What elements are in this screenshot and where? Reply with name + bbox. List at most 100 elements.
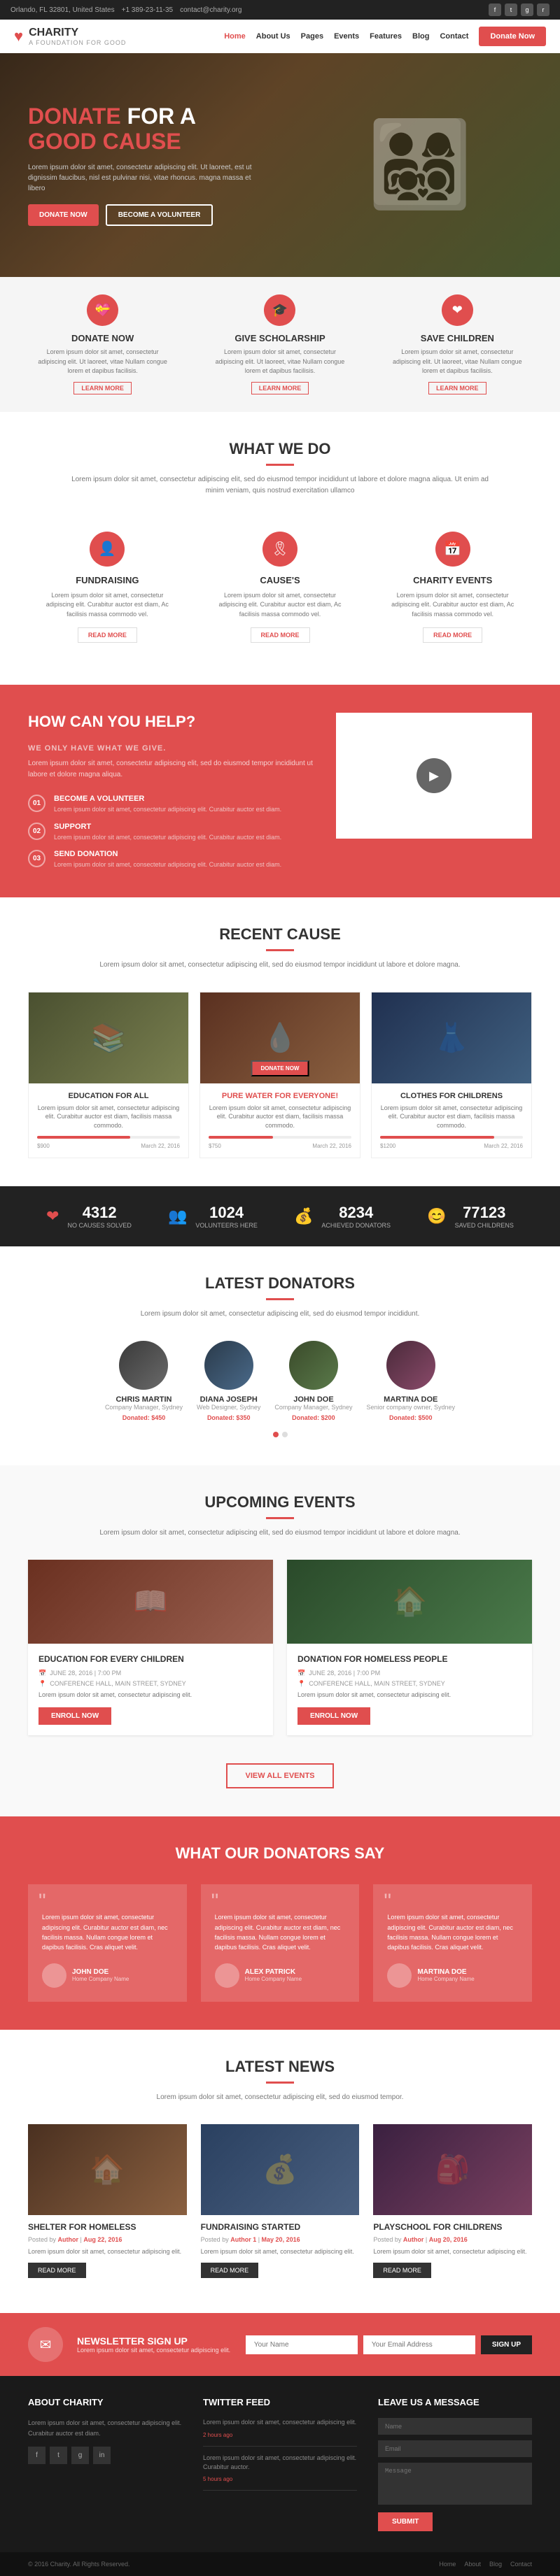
recent-cause-desc: Lorem ipsum dolor sit amet, consectetur … [70,960,490,971]
nav-about[interactable]: About Us [256,32,290,41]
events-desc: Lorem ipsum dolor sit amet, consectetur … [70,1528,490,1539]
nav-blog[interactable]: Blog [412,32,429,41]
news-read-more-fundraising[interactable]: READ MORE [201,2263,259,2278]
facebook-icon[interactable]: f [489,3,501,16]
feature-donate-link[interactable]: LEARN MORE [74,382,132,394]
newsletter-signup-button[interactable]: SIGN UP [481,2335,532,2354]
newsletter-name-input[interactable] [246,2335,358,2354]
logo-subtitle: A FOUNDATION FOR GOOD [29,39,126,46]
divider5 [266,1868,294,1870]
divider6 [266,2082,294,2084]
how-item-support: 02 SUPPORT Lorem ipsum dolor sit amet, c… [28,823,315,842]
stat-volunteers-text: 1024 Volunteers here [195,1204,258,1229]
causes-read-more[interactable]: READ MORE [251,627,310,643]
fundraising-title: FUNDRAISING [42,575,173,585]
how-help-title: HOW CAN YOU HELP? [28,713,315,731]
footer-social-links: f t g in [28,2447,182,2464]
twitter-icon[interactable]: t [505,3,517,16]
event-img-homeless: 🏠 [287,1560,532,1644]
logo[interactable]: ♥ CHARITY A FOUNDATION FOR GOOD [14,27,126,46]
footer-google-icon[interactable]: g [71,2447,89,2464]
contact-email-input[interactable] [378,2440,532,2457]
nav-pages[interactable]: Pages [301,32,323,41]
feature-save-link[interactable]: LEARN MORE [428,382,486,394]
progress-fill-3 [380,1136,494,1139]
newsletter-title: NEWSLETTER SIGN UP [77,2335,230,2347]
news-img-playschool: 🎒 [373,2124,532,2215]
event-img-education: 📖 [28,1560,273,1644]
footer-link-about[interactable]: About [464,2561,481,2568]
hero-donate-button[interactable]: DONATE NOW [28,204,99,226]
footer-link-home[interactable]: Home [439,2561,456,2568]
play-button[interactable]: ▶ [416,758,451,793]
news-read-more-playschool[interactable]: READ MORE [373,2263,431,2278]
water-donate-button[interactable]: DONATE NOW [251,1060,309,1076]
cause-raised-1: $900 [37,1143,50,1149]
what-we-do-section: WHAT WE DO Lorem ipsum dolor sit amet, c… [0,412,560,685]
testimonial-text-john: Lorem ipsum dolor sit amet, consectetur … [42,1912,173,1953]
stat-children: 😊 77123 Saved Childrens [427,1204,514,1229]
cause-desc-water: Lorem ipsum dolor sit amet, consectetur … [209,1104,351,1130]
header-donate-button[interactable]: Donate Now [479,27,546,46]
how-item-donate-title: SEND DONATION [54,850,281,858]
footer-twitter-icon[interactable]: t [50,2447,67,2464]
cause-cards-list: 📚 EDUCATION FOR ALL Lorem ipsum dolor si… [28,992,532,1158]
event-title-homeless: DONATION FOR HOMELESS PEOPLE [298,1654,522,1664]
view-all-events-button[interactable]: VIEW ALL EVENTS [226,1763,333,1788]
footer-about-title: ABOUT CHARITY [28,2397,182,2407]
testimonial-author-alex: ALEX PATRICK Home Company Name [215,1963,346,1988]
testimonial-alex: " Lorem ipsum dolor sit amet, consectetu… [201,1884,360,2002]
contact-message-input[interactable] [378,2463,532,2505]
how-item-support-desc: Lorem ipsum dolor sit amet, consectetur … [54,833,281,842]
how-item-support-title: SUPPORT [54,823,281,831]
contact-name-input[interactable] [378,2418,532,2435]
fundraising-read-more[interactable]: READ MORE [78,627,137,643]
newsletter-email-input[interactable] [363,2335,475,2354]
hero-volunteer-button[interactable]: BECOME A VOLUNTEER [106,204,214,226]
feature-scholarship-link[interactable]: LEARN MORE [251,382,309,394]
news-body-fundraising: FUNDRAISING STARTED Posted by Author 1 |… [201,2215,360,2286]
logo-text-block: CHARITY A FOUNDATION FOR GOOD [29,27,126,46]
footer-link-contact[interactable]: Contact [510,2561,532,2568]
newsletter-form: SIGN UP [244,2335,532,2354]
cause-body-clothes: CLOTHES FOR CHILDRENS Lorem ipsum dolor … [372,1083,531,1158]
news-meta-shelter: Posted by Author | Aug 22, 2016 [28,2236,187,2243]
dot-2[interactable] [282,1432,288,1437]
cause-raised-3: $1200 [380,1143,396,1149]
events-read-more[interactable]: READ MORE [423,627,482,643]
recent-cause-section: RECENT CAUSE Lorem ipsum dolor sit amet,… [0,897,560,1186]
nav-contact[interactable]: Contact [440,32,468,41]
nav-events[interactable]: Events [334,32,359,41]
contact-submit-button[interactable]: SUBMIT [378,2512,433,2531]
event-loc-homeless: 📍 CONFERENCE HALL, MAIN STREET, SYDNEY [298,1680,522,1688]
logo-name: CHARITY [29,27,126,39]
google-icon[interactable]: g [521,3,533,16]
enroll-education-button[interactable]: ENROLL NOW [38,1707,111,1725]
calendar-icon: 📅 [38,1670,46,1677]
causes-title: CAUSE'S [215,575,346,585]
rss-icon[interactable]: r [537,3,550,16]
cause-date-1: March 22, 2016 [141,1143,180,1149]
footer-facebook-icon[interactable]: f [28,2447,46,2464]
newsletter-envelope-icon: ✉ [28,2327,63,2362]
author-name-martina: MARTINA DOE [417,1968,474,1976]
how-help-left: HOW CAN YOU HELP? WE ONLY HAVE WHAT WE G… [28,713,315,869]
author-info-martina: MARTINA DOE Home Company Name [417,1968,474,1982]
dot-1[interactable] [273,1432,279,1437]
stat-children-num: 77123 [455,1204,514,1222]
footer-link-blog[interactable]: Blog [489,2561,502,2568]
enroll-homeless-button[interactable]: ENROLL NOW [298,1707,370,1725]
footer-bottom: © 2016 Charity. All Rights Reserved. Hom… [0,2552,560,2576]
feature-save-desc: Lorem ipsum dolor sit amet, consectetur … [387,348,527,376]
footer-linkedin-icon[interactable]: in [93,2447,111,2464]
footer-about: ABOUT CHARITY Lorem ipsum dolor sit amet… [28,2397,182,2531]
donators-title: LATEST DONATORS [28,1274,532,1293]
event-date-homeless: 📅 JUNE 28, 2016 | 7:00 PM [298,1670,522,1677]
nav-features[interactable]: Features [370,32,402,41]
events-card: 📅 CHARITY EVENTS Lorem ipsum dolor sit a… [373,518,532,657]
location-icon: 📍 [38,1680,46,1688]
nav-home[interactable]: Home [224,32,246,41]
cause-raised-2: $750 [209,1143,221,1149]
how-num-3: 03 [28,850,46,867]
news-read-more-shelter[interactable]: READ MORE [28,2263,86,2278]
